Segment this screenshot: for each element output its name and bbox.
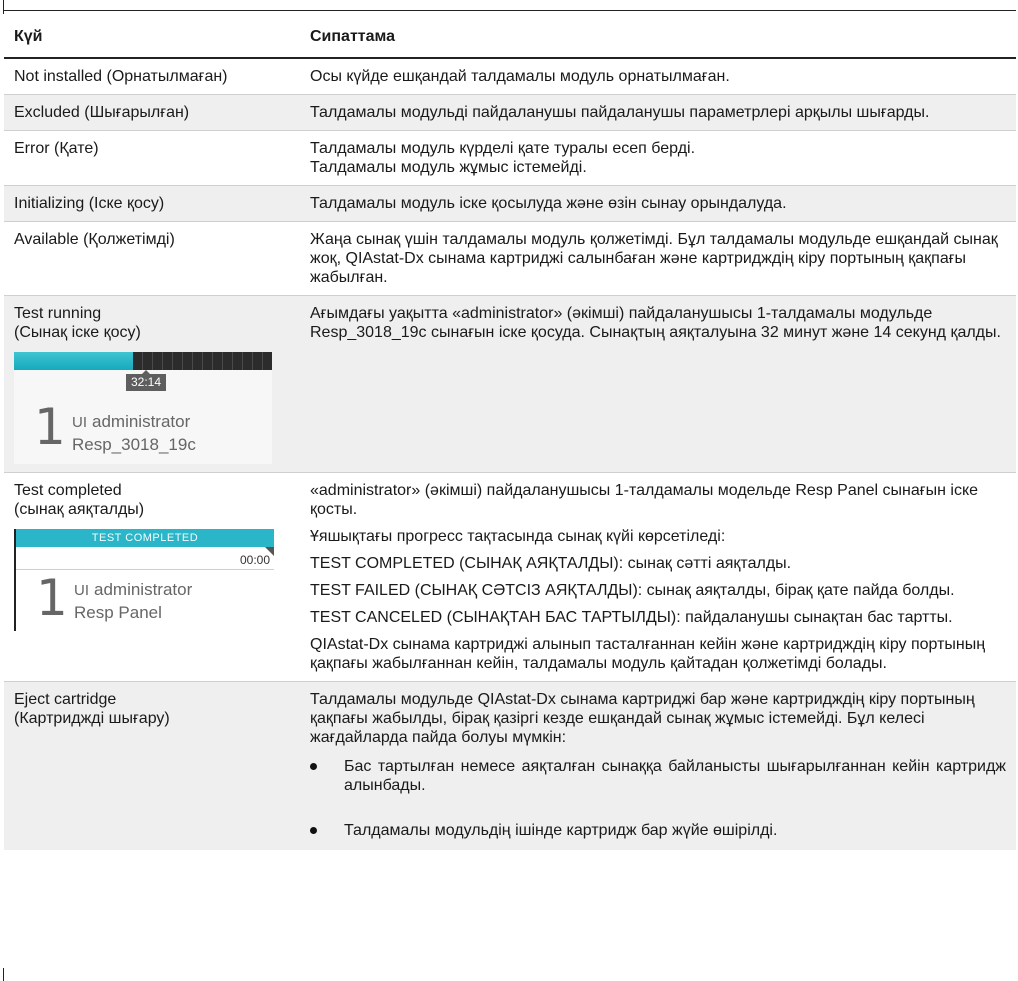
test-completed-thumbnail: TEST COMPLETED 00:00 1 UI administrator R… bbox=[14, 529, 274, 631]
state-name: Initializing (Іске қосу) bbox=[14, 195, 165, 212]
description-text: Осы күйде ешқандай талдамалы модуль орна… bbox=[310, 68, 730, 85]
list-item-text: Бас тартылған немесе аяқталған сынаққа б… bbox=[344, 758, 1006, 794]
header-state: Күй bbox=[4, 14, 300, 59]
table-header-row: Күй Сипаттама bbox=[4, 14, 1016, 59]
user-name: administrator bbox=[94, 580, 193, 599]
description-text: «administrator» (әкімші) пайдаланушысы 1… bbox=[310, 482, 979, 518]
module-info: UI administrator Resp_3018_19c bbox=[72, 411, 196, 456]
table-row: Eject cartridge (Картриджді шығару) Талд… bbox=[4, 681, 1016, 850]
test-running-thumbnail: 32:14 1 UI administrator Resp_3018_19c bbox=[14, 352, 272, 464]
test-name: Resp_3018_19c bbox=[72, 435, 196, 454]
bullet-icon bbox=[310, 827, 317, 834]
state-name: Excluded (Шығарылған) bbox=[14, 104, 190, 121]
list-item-text: Талдамалы модульдің ішінде картридж бар … bbox=[344, 822, 778, 839]
description-text: Ағымдағы уақытта «administrator» (әкімші… bbox=[310, 305, 1001, 341]
table-row: Not installed (Орнатылмаған) Осы күйде е… bbox=[4, 58, 1016, 95]
state-cell: Excluded (Шығарылған) bbox=[4, 94, 300, 131]
description-text: Талдамалы модуль іске қосылуда және өзін… bbox=[310, 195, 787, 212]
list-item: Талдамалы модульдің ішінде картридж бар … bbox=[310, 821, 1006, 840]
progress-fill bbox=[14, 352, 133, 370]
status-table: Күй Сипаттама Not installed (Орнатылмаға… bbox=[4, 14, 1016, 850]
table-row: Test running (Сынақ іске қосу) 32:14 1 U… bbox=[4, 295, 1016, 473]
description-text: Талдамалы модульде QIAstat-Dx сынама кар… bbox=[310, 691, 975, 746]
description-cell: Жаңа сынақ үшін талдамалы модуль қолжеті… bbox=[300, 221, 1016, 296]
description-text: TEST FAILED (СЫНАҚ СӘТСІЗ АЯҚТАЛДЫ): сын… bbox=[310, 582, 955, 599]
description-cell: «administrator» (әкімші) пайдаланушысы 1… bbox=[300, 472, 1016, 682]
progress-ticks bbox=[132, 352, 272, 370]
module-number: 1 bbox=[36, 569, 68, 627]
description-cell: Талдамалы модульді пайдаланушы пайдалану… bbox=[300, 94, 1016, 131]
state-name: Test completed (сынақ аяқталды) bbox=[14, 482, 145, 518]
state-cell: Test running (Сынақ іске қосу) 32:14 1 U… bbox=[4, 295, 300, 473]
description-text: Талдамалы модульді пайдаланушы пайдалану… bbox=[310, 104, 930, 121]
description-text: Ұяшықтағы прогресс тақтасында сынақ күйі… bbox=[310, 528, 726, 545]
bullet-icon bbox=[310, 763, 317, 770]
state-name: Not installed (Орнатылмаған) bbox=[14, 68, 228, 85]
ui-label: UI bbox=[72, 414, 87, 431]
description-cell: Талдамалы модуль іске қосылуда және өзін… bbox=[300, 185, 1016, 222]
table-row: Test completed (сынақ аяқталды) TEST COM… bbox=[4, 472, 1016, 682]
description-text: QIAstat-Dx сынама картриджі алынып таста… bbox=[310, 636, 986, 672]
table-row: Excluded (Шығарылған) Талдамалы модульді… bbox=[4, 94, 1016, 131]
state-cell: Available (Қолжетімді) bbox=[4, 221, 300, 296]
description-text: Талдамалы модуль күрделі қате туралы есе… bbox=[310, 140, 696, 176]
state-cell: Error (Қате) bbox=[4, 130, 300, 186]
list-item: Бас тартылған немесе аяқталған сынаққа б… bbox=[310, 757, 1006, 795]
description-cell: Талдамалы модуль күрделі қате туралы есе… bbox=[300, 130, 1016, 186]
status-bar: TEST COMPLETED bbox=[16, 529, 274, 547]
description-text: TEST COMPLETED (СЫНАҚ АЯҚТАЛДЫ): сынақ с… bbox=[310, 555, 792, 572]
description-cell: Талдамалы модульде QIAstat-Dx сынама кар… bbox=[300, 681, 1016, 850]
table-row: Error (Қате) Талдамалы модуль күрделі қа… bbox=[4, 130, 1016, 186]
state-cell: Eject cartridge (Картриджді шығару) bbox=[4, 681, 300, 850]
state-name: Available (Қолжетімді) bbox=[14, 231, 175, 248]
test-name: Resp Panel bbox=[74, 603, 162, 622]
header-description: Сипаттама bbox=[300, 14, 1016, 59]
description-cell: Осы күйде ешқандай талдамалы модуль орна… bbox=[300, 58, 1016, 95]
description-cell: Ағымдағы уақытта «administrator» (әкімші… bbox=[300, 295, 1016, 473]
user-name: administrator bbox=[92, 412, 191, 431]
state-name: Eject cartridge (Картриджді шығару) bbox=[14, 691, 170, 727]
state-cell: Test completed (сынақ аяқталды) TEST COM… bbox=[4, 472, 300, 682]
module-info: UI administrator Resp Panel bbox=[74, 579, 192, 624]
state-cell: Not installed (Орнатылмаған) bbox=[4, 58, 300, 95]
table-row: Available (Қолжетімді) Жаңа сынақ үшін т… bbox=[4, 221, 1016, 296]
description-text: Жаңа сынақ үшін талдамалы модуль қолжеті… bbox=[310, 231, 998, 286]
left-rule bbox=[3, 0, 4, 14]
state-name: Error (Қате) bbox=[14, 140, 99, 157]
bullet-list: Бас тартылған немесе аяқталған сынаққа б… bbox=[310, 757, 1006, 840]
state-name: Test running (Сынақ іске қосу) bbox=[14, 305, 141, 341]
description-text: TEST CANCELED (СЫНАҚТАН БАС ТАРТЫЛДЫ): п… bbox=[310, 609, 953, 626]
top-rule bbox=[4, 0, 1016, 11]
table-row: Initializing (Іске қосу) Талдамалы модул… bbox=[4, 185, 1016, 222]
left-rule-bottom bbox=[3, 968, 4, 981]
ui-label: UI bbox=[74, 582, 89, 599]
remaining-time: 32:14 bbox=[126, 374, 167, 391]
remaining-time: 00:00 bbox=[239, 553, 270, 567]
state-cell: Initializing (Іске қосу) bbox=[4, 185, 300, 222]
module-number: 1 bbox=[34, 398, 66, 456]
